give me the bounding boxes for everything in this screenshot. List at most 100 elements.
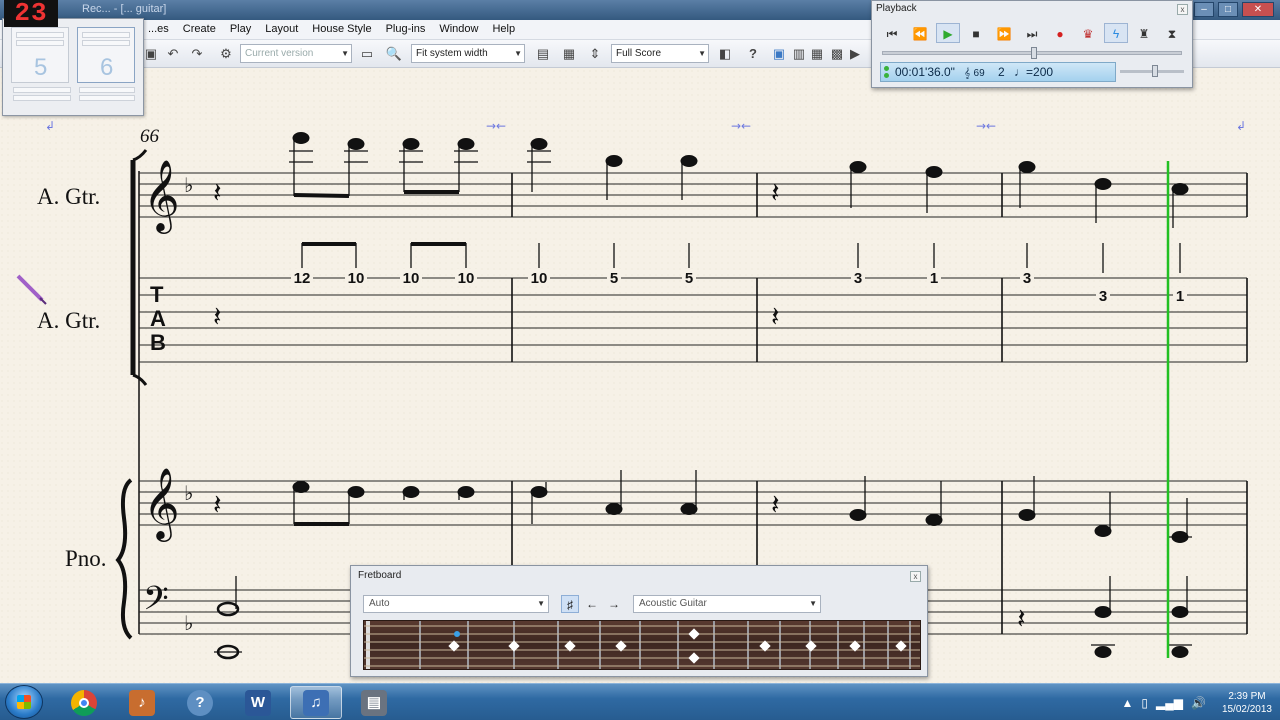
rewind-to-start-icon[interactable]: ⏮ <box>880 23 904 43</box>
tab-letter-b: B <box>150 330 166 355</box>
version-icon[interactable]: ⚙ <box>217 45 235 63</box>
fretboard-mode-select[interactable]: Auto ▼ <box>363 595 549 613</box>
treble-clef-icon: 𝄞 <box>143 466 180 542</box>
tab-number[interactable]: 1 <box>930 270 938 287</box>
taskbar-app-word[interactable]: W <box>232 686 284 719</box>
quarter-rest-icon: 𝄽 <box>1017 602 1026 635</box>
taskbar-app-chrome[interactable] <box>58 686 110 719</box>
menu-notes[interactable]: ...es <box>148 23 169 35</box>
save-icon[interactable]: ▣ <box>142 45 160 63</box>
quarter-rest-icon: 𝄽 <box>213 300 222 333</box>
tab-number[interactable]: 12 <box>294 270 311 287</box>
close-button[interactable]: ✕ <box>1242 2 1274 17</box>
layout-mark-icon: →← <box>486 119 506 133</box>
close-icon[interactable]: x <box>1177 4 1188 15</box>
minimize-button[interactable]: – <box>1194 2 1214 17</box>
view-select[interactable]: Full Score ▼ <box>611 44 709 63</box>
slider-thumb[interactable] <box>1152 65 1158 77</box>
measure-number: 66 <box>140 126 160 147</box>
transposing-score-icon[interactable]: ▤ <box>534 45 552 63</box>
keypad-number: 5 <box>34 54 48 81</box>
tab-number[interactable]: 3 <box>1099 288 1107 305</box>
record-icon[interactable]: ● <box>1048 23 1072 43</box>
zoom-icon[interactable]: 🔍 <box>385 45 403 63</box>
flat-icon: ♭ <box>184 481 193 505</box>
playback-title: Playback <box>876 3 917 14</box>
close-icon[interactable]: x <box>910 571 921 582</box>
spread-view-icon[interactable]: ▥ <box>790 45 808 63</box>
bar-icon: 𝄞 <box>964 68 971 79</box>
volume-icon[interactable]: 🔊 <box>1191 696 1206 710</box>
menu-create[interactable]: Create <box>183 23 216 35</box>
click-icon[interactable]: ♜ <box>1132 23 1156 43</box>
metronome-icon[interactable]: ⧗ <box>1160 23 1184 43</box>
tab-number[interactable]: 3 <box>854 270 862 287</box>
zoom-select[interactable]: Fit system width ▼ <box>411 44 525 63</box>
menu-window[interactable]: Window <box>439 23 478 35</box>
arrow-right-icon[interactable]: → <box>605 595 623 613</box>
tab-number[interactable]: 10 <box>458 270 475 287</box>
taskbar-app-sibelius-score[interactable]: ♫ <box>290 686 342 719</box>
fast-forward-icon[interactable]: ⏩ <box>992 23 1016 43</box>
stop-icon[interactable]: ■ <box>964 23 988 43</box>
quarter-rest-icon: 𝄽 <box>213 488 222 521</box>
fretboard-panel[interactable]: Fretboard x Auto ▼ ♯ ← → Acoustic Guitar… <box>350 565 928 677</box>
tab-number[interactable]: 10 <box>403 270 420 287</box>
keypad-key-row[interactable] <box>13 87 71 103</box>
keypad-key[interactable]: 6 <box>77 27 135 83</box>
taskbar-app-help[interactable]: ? <box>174 686 226 719</box>
playback-panel[interactable]: Playback x ⏮ ⏪ ▶ ■ ⏩ ⏭ ● ♛ ϟ ♜ ⧗ 00:01'3… <box>871 0 1193 88</box>
network-icon[interactable]: ▂▄▆ <box>1156 696 1183 710</box>
treble-clef-icon: 𝄞 <box>143 158 180 234</box>
arrow-left-icon[interactable]: ← <box>583 595 601 613</box>
tab-number[interactable]: 1 <box>1176 288 1184 305</box>
mixer-toggle-icon[interactable]: ▩ <box>828 45 846 63</box>
parts-icon[interactable]: ◧ <box>716 45 734 63</box>
taskbar-app-explorer[interactable]: ▤ <box>348 686 400 719</box>
live-playback-icon[interactable]: ϟ <box>1104 23 1128 43</box>
keypad-panel[interactable]: 5 6 <box>2 18 144 116</box>
new-version-icon[interactable]: ▭ <box>358 45 376 63</box>
menu-help[interactable]: Help <box>492 23 515 35</box>
tab-number[interactable]: 5 <box>610 270 618 287</box>
tab-number[interactable]: 10 <box>348 270 365 287</box>
device-icon[interactable]: ▯ <box>1141 696 1148 710</box>
tab-number[interactable]: 10 <box>531 270 548 287</box>
keypad-toggle-icon[interactable]: ▦ <box>808 45 826 63</box>
live-tempo-icon[interactable]: ♛ <box>1076 23 1100 43</box>
go-to-end-icon[interactable]: ⏭ <box>1020 23 1044 43</box>
menu-house-style[interactable]: House Style <box>312 23 371 35</box>
menu-play[interactable]: Play <box>230 23 251 35</box>
maximize-button[interactable]: □ <box>1218 2 1238 17</box>
chevron-down-icon: ▼ <box>514 49 522 58</box>
focus-staves-icon[interactable]: ⇕ <box>586 45 604 63</box>
menu-plug-ins[interactable]: Plug-ins <box>386 23 426 35</box>
undo-icon[interactable]: ↶ <box>164 45 182 63</box>
volume-slider[interactable] <box>1120 65 1184 77</box>
fretboard-instrument-select[interactable]: Acoustic Guitar ▼ <box>633 595 821 613</box>
play-icon[interactable]: ▶ <box>936 23 960 43</box>
help-icon[interactable]: ? <box>744 45 762 63</box>
slider-thumb[interactable] <box>1031 47 1037 59</box>
flat-icon: ♭ <box>184 611 193 635</box>
rewind-icon[interactable]: ⏪ <box>908 23 932 43</box>
start-button[interactable] <box>5 685 43 719</box>
tab-number[interactable]: 3 <box>1023 270 1031 287</box>
clock[interactable]: 2:39 PM 15/02/2013 <box>1222 690 1272 716</box>
redo-icon[interactable]: ↷ <box>188 45 206 63</box>
instrument-name: A. Gtr. <box>37 308 101 333</box>
tab-letter-a: A <box>150 306 166 331</box>
fretboard-neck[interactable] <box>363 620 921 670</box>
sharp-icon[interactable]: ♯ <box>561 595 579 613</box>
panorama-icon[interactable]: ▣ <box>770 45 788 63</box>
play-icon[interactable]: ▶ <box>846 45 864 63</box>
keypad-key-row[interactable] <box>79 87 135 103</box>
tab-number[interactable]: 5 <box>685 270 693 287</box>
position-slider[interactable] <box>882 47 1182 59</box>
chevron-up-icon[interactable]: ▲ <box>1122 696 1134 710</box>
keypad-key[interactable]: 5 <box>11 27 69 83</box>
concert-pitch-icon[interactable]: ▦ <box>560 45 578 63</box>
menu-layout[interactable]: Layout <box>265 23 298 35</box>
taskbar-app-sibelius[interactable]: ♪ <box>116 686 168 719</box>
version-select[interactable]: Current version ▼ <box>240 44 352 63</box>
